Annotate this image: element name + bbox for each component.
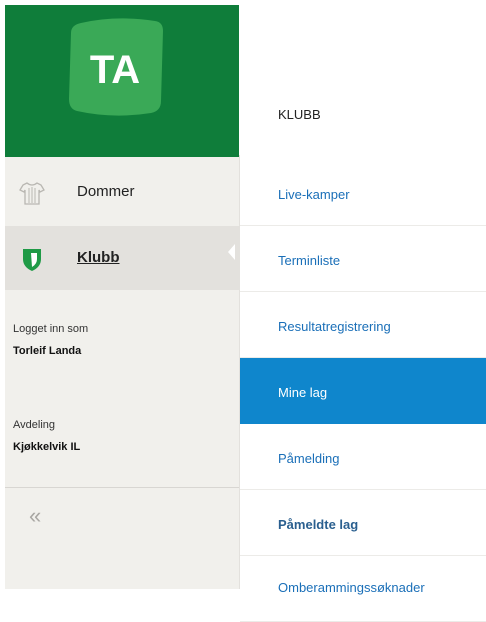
sidebar-item-label: Klubb [77,249,120,266]
menu-item-label: Resultatregistrering [278,319,391,334]
shield-icon [19,246,45,272]
page-title: KLUBB [278,107,321,122]
logo-text: TA [90,48,140,92]
sidebar-item-label: Dommer [77,183,135,200]
menu-item-pameldte-lag[interactable]: Påmeldte lag [240,490,486,556]
menu-item-resultatregistrering[interactable]: Resultatregistrering [240,292,486,358]
brand-header: TA [5,5,239,157]
department-label: Avdeling [13,419,55,431]
logged-in-label: Logget inn som [13,323,89,335]
user-name: Torleif Landa [13,345,82,357]
jersey-icon [19,180,45,206]
sidebar: TA Dommer Klubb Logget inn som Torleif L… [5,5,239,589]
department-info: Avdeling Kjøkkelvik IL [13,419,80,453]
active-indicator-notch [228,244,235,260]
menu-item-pamelding[interactable]: Påmelding [240,424,486,490]
menu-item-label: Påmelding [278,451,340,466]
menu-item-label: Omberammingssøknader [278,580,425,595]
sidebar-item-dommer[interactable]: Dommer [5,160,239,224]
menu-item-label: Mine lag [278,385,328,400]
sidebar-item-klubb[interactable]: Klubb [5,226,239,290]
menu-item-omberammingssoknader[interactable]: Omberammingssøknader [240,556,486,622]
menu-item-label: Terminliste [278,253,341,268]
sidebar-divider [5,487,239,488]
menu-item-label: Påmeldte lag [278,517,359,532]
ta-logo[interactable]: TA [67,15,167,125]
menu-item-live-kamper[interactable]: Live-kamper [240,160,486,226]
department-name: Kjøkkelvik IL [13,441,81,453]
menu-item-label: Live-kamper [278,187,350,202]
club-menu: Live-kamper Terminliste Resultatregistre… [240,160,486,622]
collapse-sidebar-icon[interactable]: « [29,505,41,527]
menu-item-mine-lag[interactable]: Mine lag [240,358,486,424]
logged-in-info: Logget inn som Torleif Landa [13,323,88,357]
menu-item-terminliste[interactable]: Terminliste [240,226,486,292]
